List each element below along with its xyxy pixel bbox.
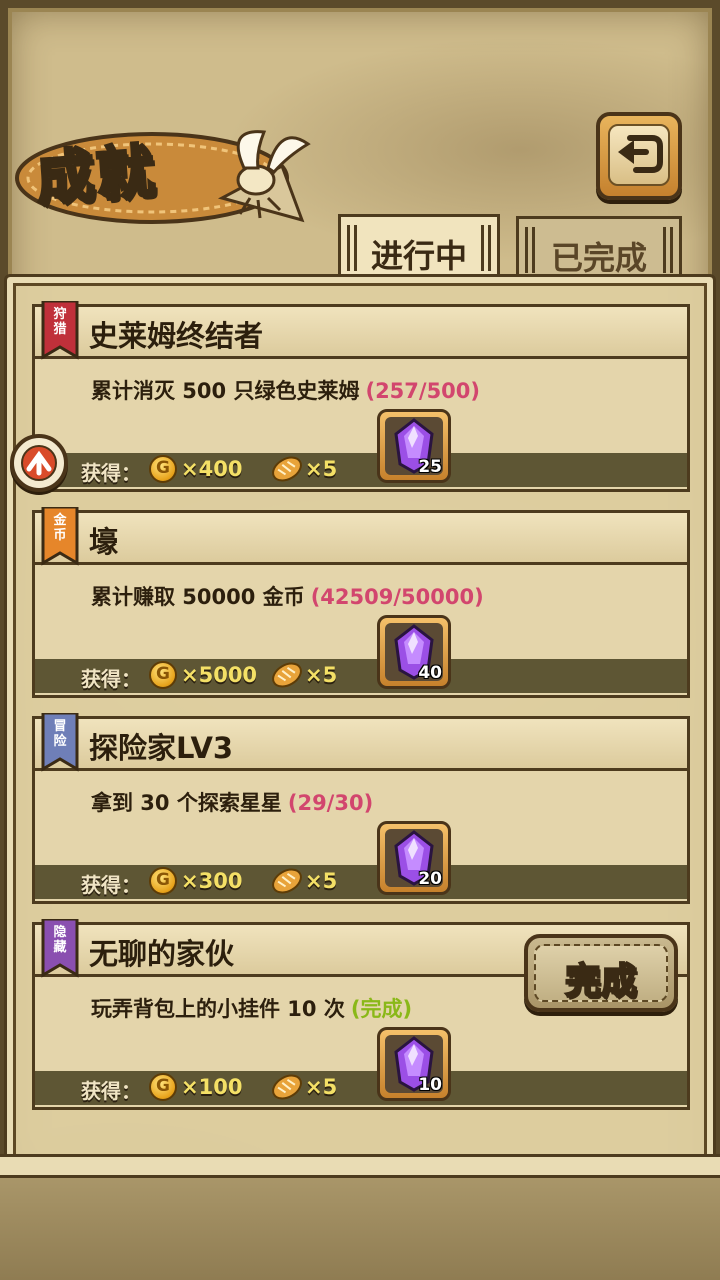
- coin-reward-amount: ×300: [181, 869, 243, 893]
- direction-arrow-icon: [21, 445, 57, 481]
- achievement-card[interactable]: 冒 险 探险家LV3 拿到 30 个探索星星 (29/30) 获得： G ×300…: [32, 713, 690, 904]
- achievement-header: [35, 513, 687, 565]
- coin-reward-amount: ×400: [181, 457, 243, 481]
- achievement-progress: (29/30): [287, 791, 374, 815]
- category-ribbon-icon: [41, 301, 79, 360]
- achievement-progress: (257/500): [365, 379, 481, 403]
- gem-reward-amount: 40: [418, 663, 442, 683]
- achievement-description: 玩弄背包上的小挂件 10 次 (完成): [91, 993, 412, 1023]
- back-arrow-icon: [618, 135, 663, 173]
- description-text: 玩弄背包上的小挂件 10 次: [91, 997, 345, 1021]
- achievement-name: 探险家LV3: [89, 731, 234, 765]
- tab-in-progress[interactable]: 进行中: [338, 214, 500, 282]
- category-ribbon-icon: [41, 919, 79, 978]
- reward-label: 获得：: [81, 461, 141, 485]
- gem-reward-slot[interactable]: 25: [377, 409, 451, 483]
- achievement-name: 史莱姆终结者: [89, 319, 264, 353]
- achievement-description: 累计赚取 50000 金币 (42509/50000): [91, 581, 484, 611]
- gold-coin-icon: G: [149, 1073, 177, 1101]
- tab-label: 已完成: [550, 239, 647, 277]
- coin-symbol: G: [156, 664, 170, 684]
- complete-button[interactable]: 完成: [524, 934, 678, 1012]
- map-footer: [0, 1178, 720, 1280]
- gem-reward-amount: 20: [418, 869, 442, 889]
- coin-reward-amount: ×5000: [181, 663, 258, 687]
- bread-reward-amount: ×5: [305, 1075, 338, 1099]
- achievement-card[interactable]: 狩 猎 史莱姆终结者 累计消灭 500 只绿色史莱姆 (257/500) 获得： …: [32, 301, 690, 492]
- gem-reward-amount: 25: [418, 457, 442, 477]
- achievement-description: 拿到 30 个探索星星 (29/30): [91, 787, 373, 817]
- side-collapse-button[interactable]: [10, 434, 68, 492]
- gold-coin-icon: G: [149, 661, 177, 689]
- panel-bottom-rail: [0, 1154, 720, 1178]
- coin-symbol: G: [156, 458, 170, 478]
- achievement-card[interactable]: 金 币 壕 累计赚取 50000 金币 (42509/50000) 获得： G ×…: [32, 507, 690, 698]
- page-title: 成就: [33, 135, 160, 214]
- gem-reward-slot[interactable]: 20: [377, 821, 451, 895]
- achievement-progress: (42509/50000): [310, 585, 484, 609]
- gem-reward-amount: 10: [418, 1075, 442, 1095]
- coin-symbol: G: [156, 1076, 170, 1096]
- bread-reward-amount: ×5: [305, 869, 338, 893]
- bread-reward-amount: ×5: [305, 457, 338, 481]
- reward-label: 获得：: [81, 873, 141, 897]
- coin-reward-amount: ×100: [181, 1075, 243, 1099]
- reward-label: 获得：: [81, 667, 141, 691]
- gem-reward-slot[interactable]: 40: [377, 615, 451, 689]
- achievement-progress: (完成): [350, 997, 413, 1021]
- achievement-description: 累计消灭 500 只绿色史莱姆 (257/500): [91, 375, 480, 405]
- reward-label: 获得：: [81, 1079, 141, 1103]
- gold-coin-icon: G: [149, 455, 177, 483]
- coin-symbol: G: [156, 870, 170, 890]
- category-ribbon-icon: [41, 713, 79, 772]
- gem-reward-slot[interactable]: 10: [377, 1027, 451, 1101]
- description-text: 累计赚取 50000 金币: [91, 585, 305, 609]
- bread-reward-amount: ×5: [305, 663, 338, 687]
- achievement-name: 壕: [89, 525, 119, 559]
- description-text: 累计消灭 500 只绿色史莱姆: [91, 379, 360, 403]
- description-text: 拿到 30 个探索星星: [91, 791, 282, 815]
- tab-completed[interactable]: 已完成: [516, 216, 682, 277]
- category-ribbon-icon: [41, 507, 79, 566]
- gold-coin-icon: G: [149, 867, 177, 895]
- achievement-name: 无聊的家伙: [89, 937, 235, 971]
- tab-label: 进行中: [370, 237, 467, 275]
- back-button[interactable]: [596, 112, 682, 200]
- complete-button-label: 完成: [564, 960, 638, 1003]
